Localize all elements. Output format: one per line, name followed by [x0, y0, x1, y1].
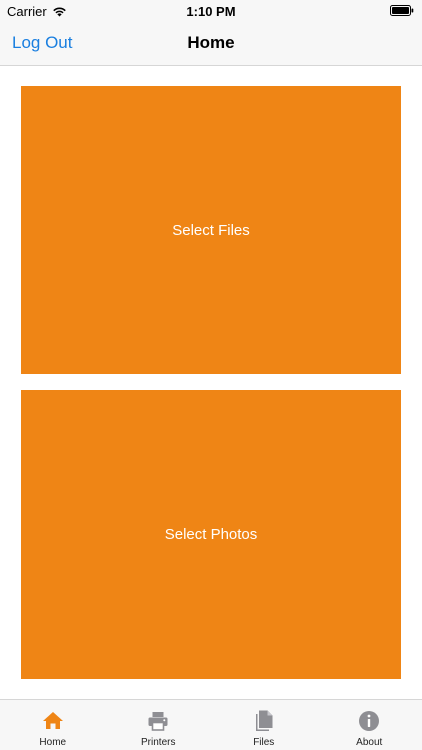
select-photos-label: Select Photos [164, 526, 258, 543]
battery-icon [390, 5, 414, 16]
app-screen: Carrier 1:10 PM Log Out Home Select File… [0, 0, 422, 750]
tab-printers-label: Printers [141, 737, 176, 748]
tab-home-label: Home [39, 737, 67, 748]
status-time: 1:10 PM [186, 4, 236, 19]
home-icon [42, 712, 63, 729]
page-title: Home [187, 33, 235, 52]
tab-about[interactable]: About [317, 700, 422, 750]
navigation-bar: Log Out Home [0, 22, 422, 66]
printer-icon [148, 712, 168, 731]
tab-files[interactable]: Files [211, 700, 317, 750]
select-files-button[interactable]: Select Files [21, 86, 401, 374]
info-icon [359, 711, 380, 731]
tab-about-label: About [356, 737, 383, 748]
tab-home[interactable]: Home [0, 700, 106, 750]
status-bar: Carrier 1:10 PM [0, 0, 422, 22]
tab-bar: Home Printers Files About [0, 699, 422, 750]
select-photos-button[interactable]: Select Photos [21, 390, 401, 679]
files-icon [255, 710, 273, 731]
tab-printers[interactable]: Printers [106, 700, 212, 750]
select-files-label: Select Files [172, 221, 250, 239]
tab-files-label: Files [253, 737, 275, 748]
